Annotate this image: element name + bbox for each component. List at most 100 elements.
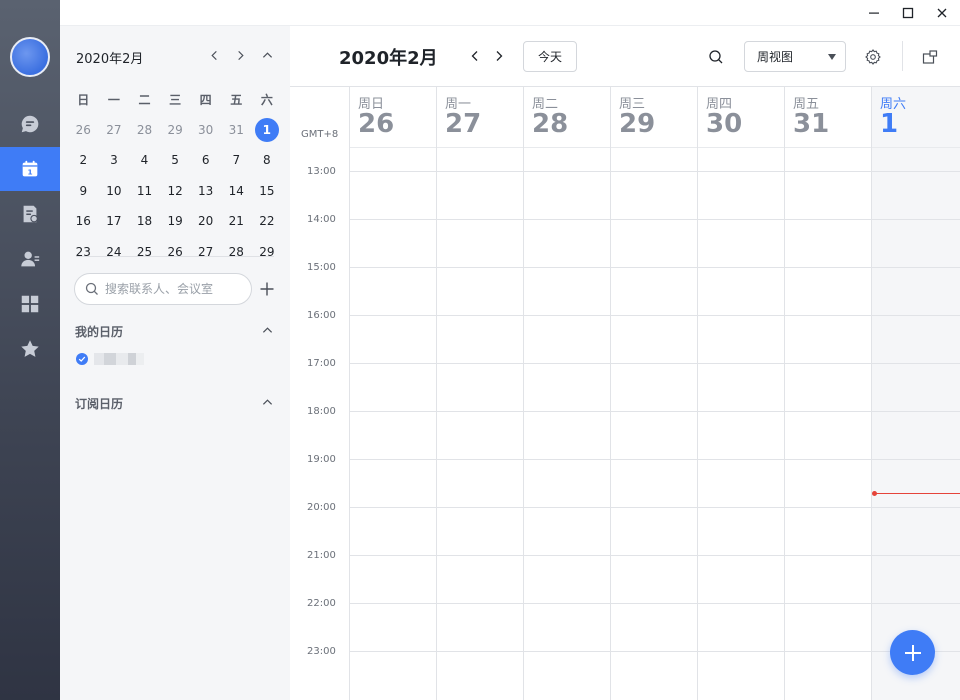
subscribed-calendars-toggle[interactable] — [260, 395, 274, 409]
mini-day[interactable]: 12 — [160, 176, 191, 207]
mini-day[interactable]: 8 — [252, 145, 283, 176]
apps-icon — [21, 295, 39, 313]
mini-day[interactable]: 25 — [129, 237, 160, 268]
column-divider — [523, 87, 524, 700]
mini-day[interactable]: 27 — [99, 115, 130, 146]
mini-collapse-button[interactable] — [258, 46, 276, 64]
contacts-icon — [21, 251, 40, 267]
day-header-wed[interactable]: 周三 29 — [610, 87, 697, 147]
mini-day-today[interactable]: 1 — [252, 115, 283, 146]
next-week-button[interactable] — [490, 47, 508, 65]
mini-weekday-row: 日 一 二 三 四 五 六 — [68, 84, 286, 115]
avatar[interactable] — [10, 37, 50, 77]
mini-day[interactable]: 13 — [190, 176, 221, 207]
day-number: 30 — [706, 109, 743, 139]
day-header-tue[interactable]: 周二 28 — [523, 87, 610, 147]
rail-item-messages[interactable] — [0, 102, 60, 146]
window-titlebar — [60, 0, 960, 26]
mini-day[interactable]: 11 — [129, 176, 160, 207]
day-number: 26 — [358, 109, 395, 139]
rail-item-calendar[interactable]: 1 — [0, 147, 60, 191]
day-header-fri[interactable]: 周五 31 — [784, 87, 871, 147]
add-calendar-button[interactable] — [258, 280, 276, 298]
mini-day[interactable]: 19 — [160, 206, 191, 237]
minimize-button[interactable] — [864, 3, 884, 23]
column-divider — [436, 87, 437, 700]
mini-day[interactable]: 2 — [68, 145, 99, 176]
mini-day[interactable]: 18 — [129, 206, 160, 237]
mini-day[interactable]: 28 — [129, 115, 160, 146]
plus-icon — [904, 644, 921, 661]
mini-day[interactable]: 22 — [252, 206, 283, 237]
hour-label: 14:00 — [307, 214, 336, 225]
mini-weekday: 二 — [138, 92, 151, 107]
prev-week-button[interactable] — [466, 47, 484, 65]
hour-line — [349, 507, 960, 508]
hour-line — [349, 267, 960, 268]
mini-day[interactable]: 4 — [129, 145, 160, 176]
search-button[interactable] — [705, 46, 727, 68]
rail-item-workplace[interactable] — [0, 282, 60, 326]
my-calendar-item[interactable] — [76, 353, 144, 365]
mini-day[interactable]: 30 — [190, 115, 221, 146]
mini-day[interactable]: 15 — [252, 176, 283, 207]
mini-day[interactable]: 28 — [221, 237, 252, 268]
app-rail: 1 — [0, 0, 60, 700]
hour-label: 15:00 — [307, 262, 336, 273]
mini-day[interactable]: 23 — [68, 237, 99, 268]
popout-window-icon — [922, 50, 938, 64]
calendar-icon: 1 — [22, 160, 38, 177]
mini-next-month-button[interactable] — [231, 46, 249, 64]
mini-day[interactable]: 17 — [99, 206, 130, 237]
mini-prev-month-button[interactable] — [205, 46, 223, 64]
mini-day[interactable]: 14 — [221, 176, 252, 207]
day-header-sat[interactable]: 周六 1 — [871, 87, 960, 147]
mini-day[interactable]: 31 — [221, 115, 252, 146]
mini-day[interactable]: 7 — [221, 145, 252, 176]
mini-day[interactable]: 29 — [160, 115, 191, 146]
current-time-line — [874, 493, 960, 494]
checkbox[interactable] — [76, 353, 88, 365]
mini-weekday: 一 — [107, 92, 120, 107]
chat-icon — [21, 115, 39, 133]
mini-day[interactable]: 9 — [68, 176, 99, 207]
mini-day[interactable]: 6 — [190, 145, 221, 176]
mini-day[interactable]: 24 — [99, 237, 130, 268]
search-input[interactable] — [105, 282, 245, 296]
my-calendars-toggle[interactable] — [260, 323, 274, 337]
today-button[interactable]: 今天 — [523, 41, 577, 72]
hour-label: 17:00 — [307, 358, 336, 369]
close-icon — [937, 8, 947, 18]
mini-day[interactable]: 21 — [221, 206, 252, 237]
mini-day[interactable]: 20 — [190, 206, 221, 237]
mini-day[interactable]: 29 — [252, 237, 283, 268]
hour-label: 23:00 — [307, 646, 336, 657]
mini-day[interactable]: 10 — [99, 176, 130, 207]
view-select[interactable]: 周视图 — [744, 41, 846, 72]
rail-item-favorites[interactable] — [0, 327, 60, 371]
mini-day[interactable]: 3 — [99, 145, 130, 176]
search-icon — [709, 50, 723, 64]
day-header-thu[interactable]: 周四 30 — [697, 87, 784, 147]
mini-day[interactable]: 16 — [68, 206, 99, 237]
settings-button[interactable] — [862, 46, 884, 68]
mini-day[interactable]: 26 — [160, 237, 191, 268]
mini-day[interactable]: 26 — [68, 115, 99, 146]
search-box[interactable] — [74, 273, 252, 305]
hour-line — [349, 555, 960, 556]
chevron-left-icon — [210, 50, 217, 60]
mini-week-row: 2 3 4 5 6 7 8 — [68, 145, 286, 176]
rail-item-contacts[interactable] — [0, 237, 60, 281]
hour-label: 18:00 — [307, 406, 336, 417]
create-event-button[interactable] — [890, 630, 935, 675]
mini-day[interactable]: 27 — [190, 237, 221, 268]
popout-button[interactable] — [919, 46, 941, 68]
day-header-sun[interactable]: 周日 26 — [349, 87, 436, 147]
close-button[interactable] — [932, 3, 952, 23]
chevron-left-icon — [471, 51, 478, 61]
day-header-mon[interactable]: 周一 27 — [436, 87, 523, 147]
mini-day[interactable]: 5 — [160, 145, 191, 176]
rail-item-docs[interactable] — [0, 192, 60, 236]
maximize-button[interactable] — [898, 3, 918, 23]
page-title: 2020年2月 — [339, 48, 438, 69]
